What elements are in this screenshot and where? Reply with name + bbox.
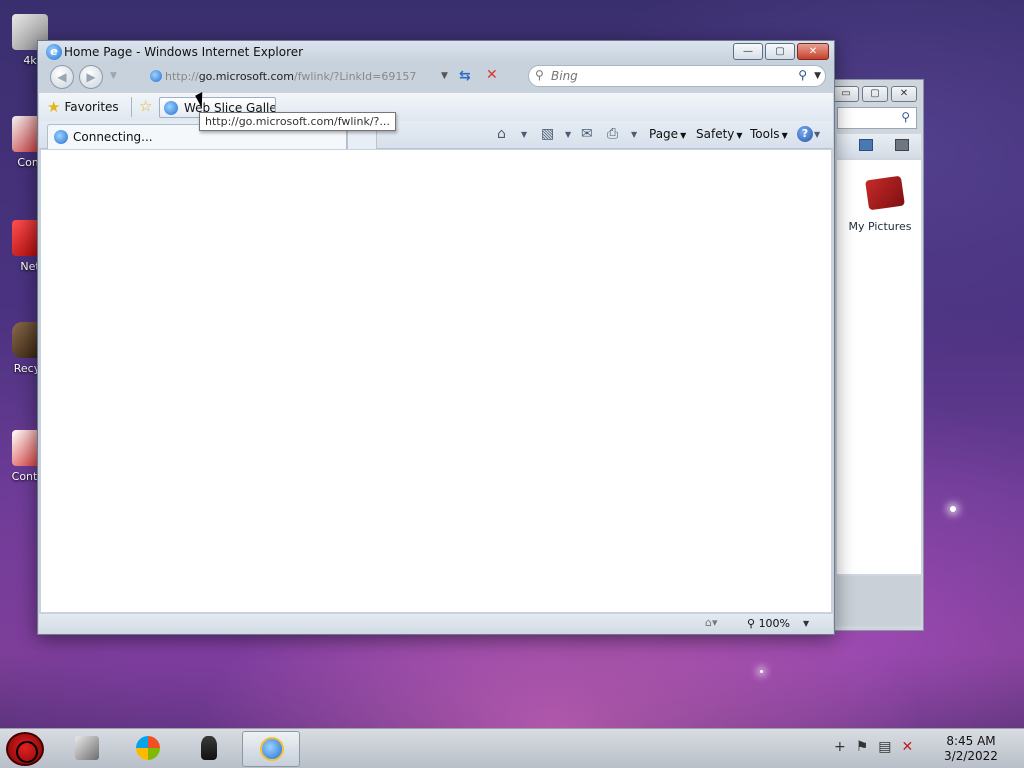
status-bar: ⌂▾ ⚲ 100% ▼ <box>39 614 833 634</box>
window-controls: ▭ ▢ ✕ <box>833 86 917 102</box>
wallpaper-star <box>950 506 956 512</box>
recent-pages-dropdown[interactable]: ▼ <box>110 71 117 81</box>
tools-menu[interactable]: Tools ▼ <box>750 127 788 141</box>
protected-mode-icon[interactable]: ⌂▾ <box>705 616 718 629</box>
taskbar-app-1[interactable] <box>58 731 116 767</box>
ie-logo-icon: e <box>46 44 62 60</box>
url-prefix: http:// <box>165 70 199 83</box>
title-bar[interactable]: e Home Page - Windows Internet Explorer … <box>38 41 834 63</box>
page-menu[interactable]: Page ▼ <box>649 127 686 141</box>
my-pictures-label[interactable]: My Pictures <box>837 220 923 233</box>
volume-muted-icon[interactable]: ✕ <box>902 739 914 755</box>
new-tab-button[interactable] <box>347 129 377 149</box>
clock-date: 3/2/2022 <box>944 749 998 763</box>
link-tooltip: http://go.microsoft.com/fwlink/?... <box>199 112 396 131</box>
forward-button[interactable]: ▶ <box>79 65 103 89</box>
wallpaper-star <box>760 670 763 673</box>
view-toolbar <box>837 134 921 158</box>
address-url[interactable]: http://go.microsoft.com/fwlink/?LinkId=6… <box>165 70 416 83</box>
minimize-button[interactable]: — <box>733 43 763 60</box>
address-dropdown-icon[interactable]: ▼ <box>441 71 448 81</box>
search-input[interactable] <box>551 68 781 84</box>
background-explorer-window[interactable]: ▭ ▢ ✕ ⚲ My Pictures <box>822 79 924 631</box>
taskbar-app-3[interactable] <box>180 731 238 767</box>
tab-bar: Connecting... ⌂ ▼ ▧ ▼ ✉ ⎙ ▼ Page ▼ Safety… <box>39 121 833 149</box>
chevron-down-icon: ▼ <box>680 131 687 140</box>
help-dropdown-icon[interactable]: ▼ <box>814 130 820 139</box>
divider <box>131 97 132 117</box>
page-content[interactable] <box>41 150 831 612</box>
chevron-down-icon: ▼ <box>781 131 788 140</box>
start-button[interactable] <box>6 732 44 766</box>
clock[interactable]: 8:45 AM 3/2/2022 <box>936 734 1006 764</box>
print-dropdown-icon[interactable]: ▼ <box>631 130 637 139</box>
windows-logo-icon <box>136 736 160 760</box>
home-icon[interactable]: ⌂ <box>497 126 506 142</box>
loading-icon <box>54 130 68 144</box>
back-button[interactable]: ◀ <box>50 65 74 89</box>
ie-page-icon <box>164 100 178 115</box>
file-list: My Pictures <box>837 160 921 574</box>
minimize-button[interactable]: ▭ <box>833 86 859 102</box>
close-button[interactable]: ✕ <box>891 86 917 102</box>
zoom-value: 100% <box>758 617 791 630</box>
safety-menu[interactable]: Safety ▼ <box>696 127 743 141</box>
feeds-dropdown-icon[interactable]: ▼ <box>565 130 571 139</box>
favorites-button[interactable]: ★ Favorites <box>47 97 119 117</box>
read-mail-icon[interactable]: ✉ <box>581 126 593 142</box>
address-bar[interactable]: http://go.microsoft.com/fwlink/?LinkId=6… <box>146 66 456 87</box>
maximize-button[interactable]: ▢ <box>765 43 795 60</box>
help-icon[interactable]: ? <box>797 126 813 142</box>
stop-icon[interactable]: ✕ <box>486 67 498 83</box>
page-icon <box>150 70 162 82</box>
window-title: Home Page - Windows Internet Explorer <box>64 45 304 59</box>
details-pane-icon[interactable] <box>895 139 909 151</box>
refresh-icon[interactable]: ⇆ <box>459 68 471 84</box>
search-options-dropdown[interactable]: ▼ <box>814 71 821 81</box>
app-icon <box>75 736 99 760</box>
action-center-flag-icon[interactable]: ⚑ <box>856 739 869 755</box>
chevron-down-icon: ▼ <box>736 131 743 140</box>
search-icon: ⚲ <box>901 110 910 124</box>
network-icon[interactable]: ▤ <box>878 739 891 755</box>
navigation-bar: ◀ ▶ ▼ http://go.microsoft.com/fwlink/?Li… <box>38 63 834 91</box>
search-input[interactable]: ⚲ <box>837 107 917 129</box>
safety-menu-label: Safety <box>696 127 735 141</box>
add-to-favorites-icon[interactable]: ☆ <box>139 97 152 115</box>
my-pictures-icon[interactable] <box>865 175 905 211</box>
show-hidden-icons-icon[interactable]: + <box>834 739 846 755</box>
tools-menu-label: Tools <box>750 127 780 141</box>
print-icon[interactable]: ⎙ <box>607 126 618 142</box>
taskbar-app-2[interactable] <box>119 731 177 767</box>
search-icon: ⚲ <box>535 68 544 82</box>
chess-icon <box>201 736 217 760</box>
favorites-star-icon: ★ <box>47 98 61 116</box>
favorites-bar: ★ Favorites ☆ Web Slice Gallery <box>39 93 833 121</box>
search-go-icon[interactable]: ⚲ <box>798 68 807 82</box>
favorites-label: Favorites <box>64 100 119 114</box>
preview-pane-icon[interactable] <box>859 139 873 151</box>
url-host: go.microsoft.com <box>198 70 294 83</box>
system-tray: + ⚑ ▤ ✕ <box>834 739 913 755</box>
zoom-dropdown-icon[interactable]: ▼ <box>803 619 809 628</box>
home-dropdown-icon[interactable]: ▼ <box>521 130 527 139</box>
close-button[interactable]: ✕ <box>797 43 829 60</box>
details-pane <box>837 576 921 626</box>
clock-time: 8:45 AM <box>946 734 996 748</box>
tab-label: Connecting... <box>73 130 153 144</box>
window-controls: — ▢ ✕ <box>733 43 829 60</box>
feeds-icon[interactable]: ▧ <box>541 126 554 142</box>
search-box[interactable]: ⚲ ⚲ ▼ <box>528 65 826 87</box>
internet-explorer-window: e Home Page - Windows Internet Explorer … <box>37 40 835 635</box>
taskbar: + ⚑ ▤ ✕ 8:45 AM 3/2/2022 <box>0 728 1024 768</box>
ie-logo-icon <box>260 737 284 761</box>
taskbar-internet-explorer[interactable] <box>242 731 300 767</box>
maximize-button[interactable]: ▢ <box>862 86 888 102</box>
url-path: /fwlink/?LinkId=69157 <box>294 70 417 83</box>
zoom-level[interactable]: ⚲ 100% <box>747 617 790 630</box>
page-menu-label: Page <box>649 127 679 141</box>
